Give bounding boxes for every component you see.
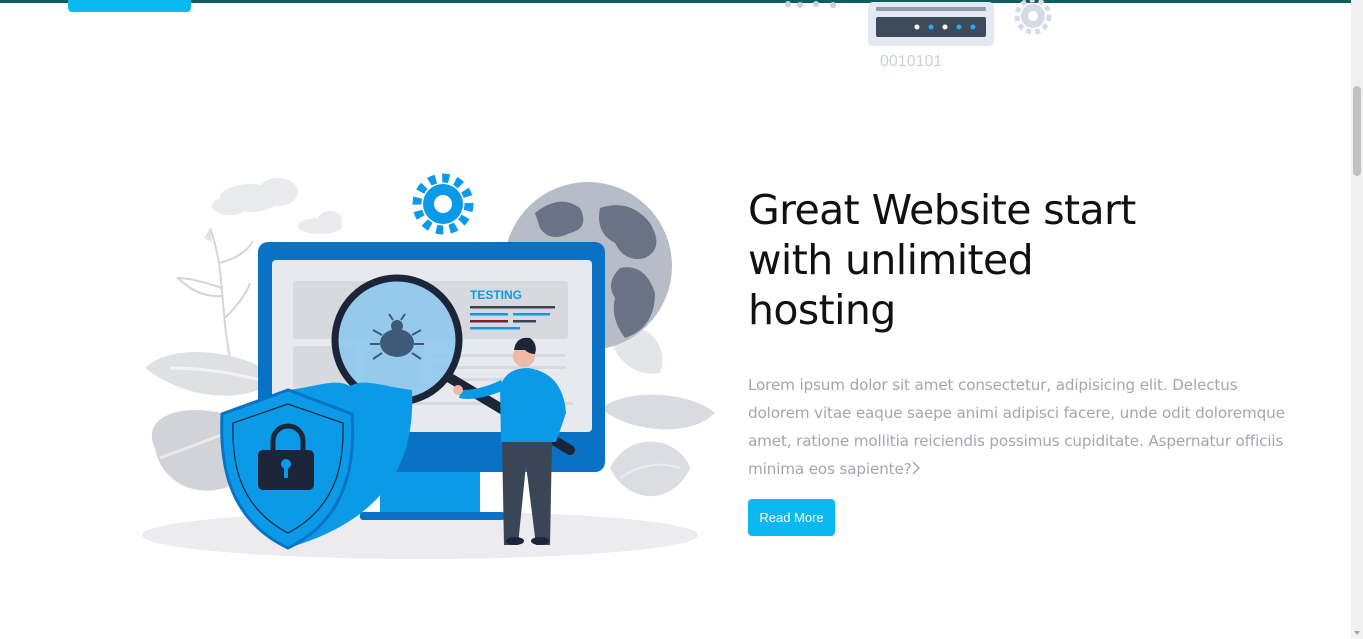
page-scrollbar[interactable] — [1351, 0, 1363, 639]
previous-section-button[interactable] — [68, 0, 191, 12]
hero-title: Great Website start with unlimited hosti… — [748, 186, 1136, 334]
hero-illustration: TESTING — [142, 173, 715, 559]
hero-body: Lorem ipsum dolor sit amet consectetur, … — [748, 371, 1288, 483]
scroll-down-arrow-icon[interactable] — [1354, 631, 1360, 635]
dots-decoration — [785, 1, 836, 8]
scrollbar-thumb[interactable] — [1353, 86, 1361, 176]
hero-body-text: Lorem ipsum dolor sit amet consectetur, … — [748, 376, 1285, 478]
small-gear-icon — [1014, 0, 1052, 35]
binary-text: 0010101 — [880, 53, 942, 70]
server-icon — [868, 2, 994, 46]
plant-decoration — [175, 227, 254, 359]
server-illustration: 0010101 — [785, 0, 1052, 70]
cloud-icon — [212, 178, 342, 234]
read-more-button[interactable]: Read More — [748, 499, 835, 536]
gear-icon — [412, 173, 474, 235]
screen-label: TESTING — [470, 288, 522, 302]
top-border — [0, 0, 1351, 3]
chevron-right-icon — [912, 461, 920, 475]
